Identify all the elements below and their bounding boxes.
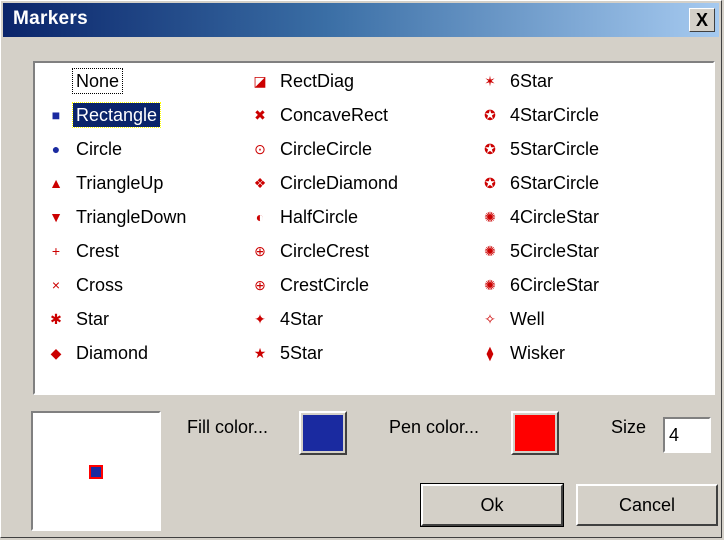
ok-button[interactable]: Ok xyxy=(420,483,564,527)
pen-color-swatch xyxy=(515,415,555,451)
marker-option-diamond[interactable]: ◆ Diamond xyxy=(45,337,151,367)
marker-option-5star[interactable]: ★ 5Star xyxy=(249,337,326,367)
marker-option-rectangle[interactable]: ■ Rectangle xyxy=(45,99,162,129)
markers-dialog: Markers X None ■ Rectangle ● Circle ▲ Triangle… xyxy=(0,0,722,538)
size-input[interactable]: 4 xyxy=(663,417,711,453)
marker-option-circle[interactable]: ● Circle xyxy=(45,133,125,163)
size-label: Size xyxy=(611,417,647,437)
marker-option-concaverect[interactable]: ✖ ConcaveRect xyxy=(249,99,391,129)
marker-wisker-icon: ⧫ xyxy=(486,345,494,362)
title-bar[interactable]: Markers X xyxy=(3,3,719,37)
close-button[interactable]: X xyxy=(689,8,715,32)
marker-option-4star[interactable]: ✦ 4Star xyxy=(249,303,326,333)
marker-5circlestar-icon: ✺ xyxy=(484,243,496,260)
marker-triangledown-icon: ▼ xyxy=(49,209,63,226)
marker-label: 4StarCircle xyxy=(510,105,600,126)
marker-5starcircle-icon: ✪ xyxy=(484,141,496,158)
marker-option-6star[interactable]: ✶ 6Star xyxy=(479,65,556,95)
marker-label: Circle xyxy=(76,139,123,160)
marker-4circlestar-icon: ✺ xyxy=(484,209,496,226)
fill-color-swatch xyxy=(303,415,343,451)
marker-option-wisker[interactable]: ⧫ Wisker xyxy=(479,337,568,367)
marker-label: 4Star xyxy=(280,309,324,330)
pen-color-button[interactable] xyxy=(511,411,559,455)
marker-label: ConcaveRect xyxy=(280,105,389,126)
marker-well-icon: ✧ xyxy=(484,311,496,328)
marker-option-circlediamond[interactable]: ❖ CircleDiamond xyxy=(249,167,401,197)
marker-4starcircle-icon: ✪ xyxy=(484,107,496,124)
pen-color-label: Pen color... xyxy=(389,417,480,437)
marker-circlecircle-icon: ⊙ xyxy=(254,141,266,158)
marker-option-circlecircle[interactable]: ⊙ CircleCircle xyxy=(249,133,375,163)
marker-label: CrestCircle xyxy=(280,275,370,296)
marker-label: RectDiag xyxy=(280,71,355,92)
marker-triangleup-icon: ▲ xyxy=(49,175,63,192)
marker-label: Wisker xyxy=(510,343,565,364)
cancel-button[interactable]: Cancel xyxy=(576,484,718,526)
marker-label: 6StarCircle xyxy=(510,173,600,194)
marker-label: HalfCircle xyxy=(280,207,359,228)
marker-label: Well xyxy=(510,309,545,330)
marker-label: Crest xyxy=(76,241,120,262)
marker-5star-icon: ★ xyxy=(253,345,267,362)
marker-option-crestcircle[interactable]: ⊕ CrestCircle xyxy=(249,269,372,299)
marker-option-6circlestar[interactable]: ✺ 6CircleStar xyxy=(479,269,602,299)
marker-option-triangleup[interactable]: ▲ TriangleUp xyxy=(45,167,166,197)
marker-option-crest[interactable]: + Crest xyxy=(45,235,122,265)
fill-color-button[interactable] xyxy=(299,411,347,455)
marker-halfcircle-icon: ◐ xyxy=(255,209,265,226)
marker-4star-icon: ✦ xyxy=(254,311,266,328)
marker-option-6starcircle[interactable]: ✪ 6StarCircle xyxy=(479,167,602,197)
marker-option-rectdiag[interactable]: ◪ RectDiag xyxy=(249,65,357,95)
marker-label: 5StarCircle xyxy=(510,139,600,160)
dialog-title: Markers xyxy=(13,8,88,29)
marker-option-4starcircle[interactable]: ✪ 4StarCircle xyxy=(479,99,602,129)
marker-6starcircle-icon: ✪ xyxy=(484,175,496,192)
marker-concaverect-icon: ✖ xyxy=(254,107,266,124)
marker-crest-icon: + xyxy=(51,243,61,260)
marker-option-5starcircle[interactable]: ✪ 5StarCircle xyxy=(479,133,602,163)
preview-rectangle-marker xyxy=(89,465,103,479)
marker-option-circlecrest[interactable]: ⊕ CircleCrest xyxy=(249,235,372,265)
marker-label: CircleCrest xyxy=(280,241,370,262)
marker-label: TriangleUp xyxy=(76,173,164,194)
marker-preview xyxy=(31,411,161,531)
marker-option-star[interactable]: ✱ Star xyxy=(45,303,112,333)
marker-circle-icon: ● xyxy=(51,141,61,158)
marker-cross-icon: × xyxy=(51,277,61,294)
marker-option-triangledown[interactable]: ▼ TriangleDown xyxy=(45,201,189,231)
close-icon: X xyxy=(695,10,708,30)
marker-label: Diamond xyxy=(76,343,149,364)
marker-option-well[interactable]: ✧ Well xyxy=(479,303,548,333)
marker-label: None xyxy=(71,68,124,95)
marker-rectangle-icon: ■ xyxy=(51,107,61,124)
marker-option-cross[interactable]: × Cross xyxy=(45,269,126,299)
marker-star-icon: ✱ xyxy=(50,311,62,328)
marker-option-halfcircle[interactable]: ◐ HalfCircle xyxy=(249,201,361,231)
markers-list[interactable]: None ■ Rectangle ● Circle ▲ TriangleUp ▼ Triangl… xyxy=(33,61,715,395)
fill-color-label: Fill color... xyxy=(187,417,269,437)
marker-circlecrest-icon: ⊕ xyxy=(254,243,266,260)
marker-rectdiag-icon: ◪ xyxy=(253,73,267,90)
marker-label: CircleCircle xyxy=(280,139,373,160)
marker-label: 5Star xyxy=(280,343,324,364)
marker-label: 6Star xyxy=(510,71,554,92)
marker-label: Star xyxy=(76,309,110,330)
marker-option-5circlestar[interactable]: ✺ 5CircleStar xyxy=(479,235,602,265)
marker-diamond-icon: ◆ xyxy=(50,345,62,362)
marker-6star-icon: ✶ xyxy=(484,73,496,90)
marker-crestcircle-icon: ⊕ xyxy=(254,277,266,294)
marker-label: TriangleDown xyxy=(76,207,187,228)
marker-label: 4CircleStar xyxy=(510,207,600,228)
marker-label: Rectangle xyxy=(71,102,162,129)
marker-label: 6CircleStar xyxy=(510,275,600,296)
marker-option-none[interactable]: None xyxy=(45,65,124,95)
marker-label: Cross xyxy=(76,275,124,296)
marker-option-4circlestar[interactable]: ✺ 4CircleStar xyxy=(479,201,602,231)
marker-6circlestar-icon: ✺ xyxy=(484,277,496,294)
marker-circlediamond-icon: ❖ xyxy=(253,175,267,192)
marker-label: 5CircleStar xyxy=(510,241,600,262)
marker-label: CircleDiamond xyxy=(280,173,399,194)
